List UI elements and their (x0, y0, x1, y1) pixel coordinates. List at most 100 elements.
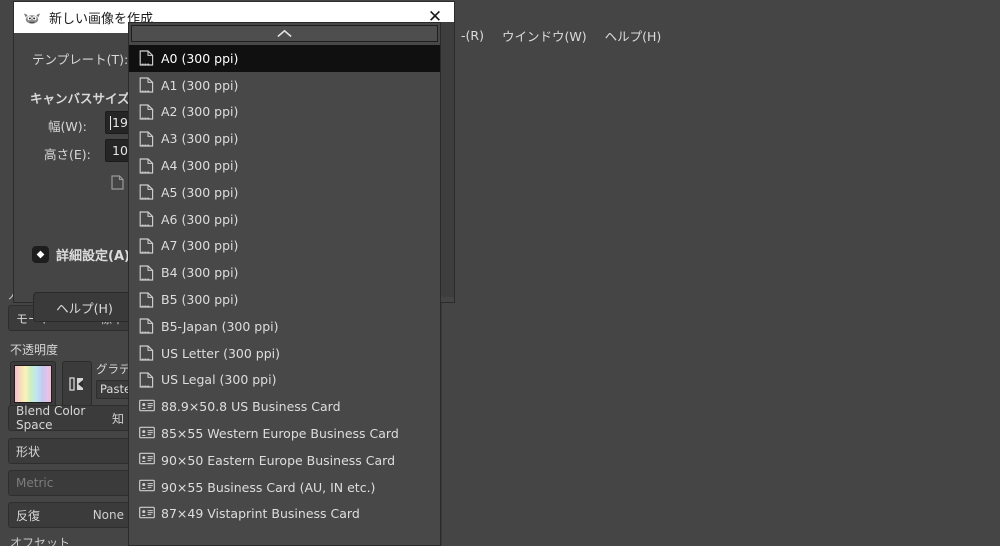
wilber-icon (24, 12, 40, 24)
template-list-item[interactable]: A7 (300 ppi) (129, 233, 440, 260)
document-icon (139, 238, 154, 254)
shape-label: 形状 (16, 444, 41, 459)
advanced-options-expander[interactable]: 詳細設定(A) (32, 245, 130, 264)
document-icon (139, 50, 154, 66)
template-list-item-label: 85×55 Western Europe Business Card (161, 426, 399, 442)
template-list-item-label: 90×55 Business Card (AU, IN etc.) (161, 479, 376, 495)
document-icon (139, 184, 154, 200)
template-list-item[interactable]: 88.9×50.8 US Business Card (129, 393, 440, 420)
portrait-orientation-button[interactable] (106, 171, 128, 193)
document-icon (139, 291, 154, 308)
business-card-icon (139, 506, 155, 519)
document-icon (139, 318, 154, 334)
template-list-item[interactable]: A1 (300 ppi) (129, 72, 440, 99)
canvas-workspace[interactable] (441, 48, 1000, 546)
business-card-icon (139, 426, 155, 438)
template-list-item-label: A5 (300 ppi) (161, 184, 239, 200)
width-label: 幅(W): (48, 119, 87, 134)
gradient-option-row: グラデーション Pastel Rainbow (8, 358, 135, 410)
template-list-item-label: A2 (300 ppi) (161, 104, 239, 120)
template-list-item-label: A0 (300 ppi) (161, 50, 239, 66)
repeat-value: None (92, 508, 124, 522)
business-card-icon (139, 426, 155, 442)
template-list-item[interactable]: A4 (300 ppi) (129, 152, 440, 179)
blend-color-space-row[interactable]: Blend Color Space 知 (8, 404, 132, 432)
document-icon (139, 104, 154, 120)
template-list[interactable]: A0 (300 ppi) A1 (300 ppi) A2 (300 ppi) A3 (… (129, 45, 440, 545)
template-list-item-label: 88.9×50.8 US Business Card (161, 399, 341, 415)
document-icon (139, 238, 154, 254)
business-card-icon (139, 479, 155, 492)
document-icon (139, 211, 154, 227)
menu-filters-partial[interactable]: -(R) (452, 26, 493, 45)
document-icon (139, 158, 154, 174)
shape-row[interactable]: 形状 (8, 438, 132, 464)
template-list-item[interactable]: 85×55 Western Europe Business Card (129, 420, 440, 447)
template-list-item[interactable]: 87×49 Vistaprint Business Card (129, 501, 440, 528)
portrait-icon (110, 174, 124, 190)
template-label: テンプレート(T): (32, 52, 129, 67)
document-icon (139, 372, 154, 388)
template-list-item-label: B5-Japan (300 ppi) (161, 318, 279, 334)
document-icon (139, 345, 154, 361)
template-list-item-label: A3 (300 ppi) (161, 131, 239, 147)
template-list-item[interactable]: US Letter (300 ppi) (129, 340, 440, 367)
template-list-item-label: A6 (300 ppi) (161, 211, 239, 227)
template-list-item[interactable]: US Legal (300 ppi) (129, 367, 440, 394)
repeat-row[interactable]: 反復 None (8, 502, 132, 528)
expander-arrow-icon (32, 246, 49, 263)
template-list-item-label: A7 (300 ppi) (161, 238, 239, 254)
reverse-gradient-icon (69, 377, 83, 391)
metric-row: Metric (8, 470, 132, 496)
business-card-icon (139, 452, 155, 468)
template-list-item-label: 87×49 Vistaprint Business Card (161, 506, 360, 522)
template-list-item[interactable]: A5 (300 ppi) (129, 179, 440, 206)
blend-color-space-label: Blend Color Space (16, 404, 86, 432)
menu-windows[interactable]: ウインドウ(W) (493, 24, 596, 47)
template-list-item[interactable]: B4 (300 ppi) (129, 259, 440, 286)
template-list-item[interactable]: B5-Japan (300 ppi) (129, 313, 440, 340)
template-list-item-label: US Legal (300 ppi) (161, 372, 277, 388)
template-list-item-label: A4 (300 ppi) (161, 158, 239, 174)
document-icon (139, 291, 154, 308)
chevron-up-icon (277, 29, 292, 38)
template-list-item[interactable]: A2 (300 ppi) (129, 99, 440, 126)
canvas-size-label: キャンバスサイズ (30, 91, 130, 106)
document-icon (139, 345, 154, 361)
blend-color-space-value: 知 (111, 411, 124, 426)
template-list-item[interactable]: B5 (300 ppi) (129, 286, 440, 313)
repeat-label: 反復 (16, 508, 41, 523)
application-root: -(R) ウインドウ(W) ヘルプ(H) グラデーション モード 標準 不透明度 (0, 0, 1000, 546)
document-icon (139, 131, 154, 147)
diamond-glyph-icon (36, 250, 45, 259)
gradient-preview-swatch (14, 365, 52, 403)
business-card-icon (139, 506, 155, 522)
document-icon (139, 265, 154, 281)
template-list-item[interactable]: A3 (300 ppi) (129, 125, 440, 152)
height-label: 高さ(E): (44, 147, 91, 162)
document-icon (139, 265, 154, 281)
menu-help[interactable]: ヘルプ(H) (596, 24, 671, 47)
document-icon (139, 131, 154, 147)
template-list-item-label: US Letter (300 ppi) (161, 345, 281, 361)
gradient-preview-button[interactable] (10, 361, 56, 407)
scroll-up-button[interactable] (131, 25, 438, 42)
business-card-icon (139, 453, 155, 465)
metric-label: Metric (16, 476, 54, 490)
template-list-item[interactable]: A6 (300 ppi) (129, 206, 440, 233)
offset-label: オフセット (10, 536, 71, 546)
template-list-item[interactable]: 90×55 Business Card (AU, IN etc.) (129, 474, 440, 501)
template-list-item[interactable]: 90×50 Eastern Europe Business Card (129, 447, 440, 474)
template-list-item-label: B4 (300 ppi) (161, 265, 239, 281)
document-icon (139, 372, 154, 388)
advanced-options-label: 詳細設定(A) (56, 249, 130, 264)
document-icon (139, 50, 154, 66)
template-list-item-label: 90×50 Eastern Europe Business Card (161, 452, 396, 468)
help-button[interactable]: ヘルプ(H) (33, 292, 136, 322)
template-list-item[interactable]: A0 (300 ppi) (129, 45, 440, 72)
reverse-gradient-button[interactable] (62, 361, 92, 407)
template-dropdown-popup[interactable]: A0 (300 ppi) A1 (300 ppi) A2 (300 ppi) A3 (… (128, 22, 441, 546)
document-icon (139, 77, 154, 93)
opacity-label: 不透明度 (10, 342, 59, 357)
document-icon (139, 318, 154, 334)
